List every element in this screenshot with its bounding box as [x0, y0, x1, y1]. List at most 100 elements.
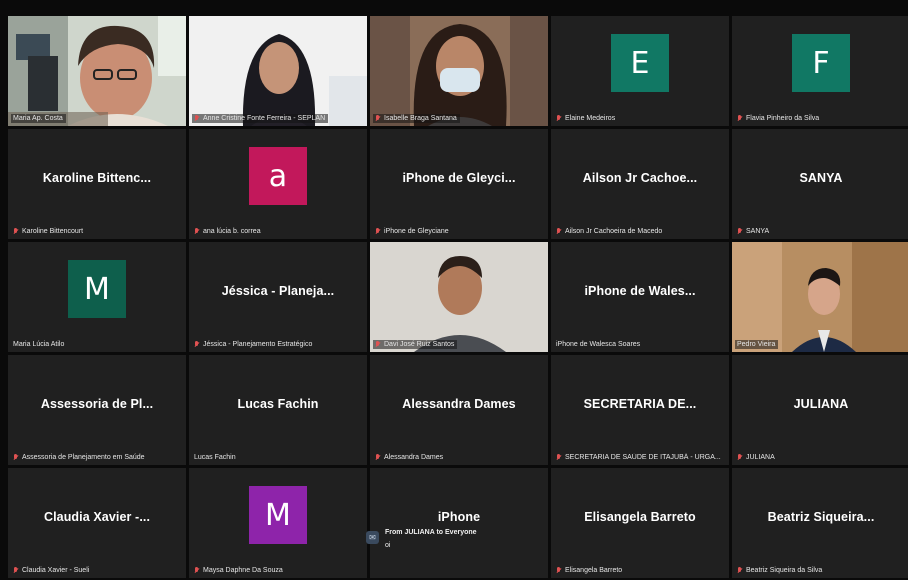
participant-tile[interactable]: SECRETARIA DE... SECRETARIA DE SAÚDE DE I… — [551, 355, 729, 465]
participant-name-text: Lucas Fachin — [194, 454, 236, 461]
mic-muted-icon — [556, 454, 562, 461]
participant-name-text: Pedro Vieira — [737, 341, 776, 348]
participant-name-text: Davi José Ruiz Santos — [384, 341, 455, 348]
mic-muted-icon — [13, 567, 19, 574]
participant-display-name: Ailson Jr Cachoe... — [582, 171, 698, 185]
participant-avatar: F — [792, 34, 850, 92]
participant-display-name: Alessandra Dames — [402, 397, 516, 411]
video-feed — [370, 16, 548, 126]
video-feed — [189, 16, 367, 126]
mic-muted-icon — [194, 341, 200, 348]
participant-name-text: ana lúcia b. correa — [203, 228, 261, 235]
chat-message: oi — [385, 542, 391, 549]
participant-name-label: Pedro Vieira — [735, 340, 779, 349]
participant-display-name: Lucas Fachin — [237, 397, 319, 411]
mic-muted-icon — [737, 567, 743, 574]
participant-tile[interactable]: Ailson Jr Cachoe... Ailson Jr Cachoeira d… — [551, 129, 729, 239]
participant-name-text: Beatriz Siqueira da Silva — [746, 567, 823, 574]
participant-name-text: Anne Cristine Fonte Ferreira - SEPLAN — [203, 115, 326, 122]
mic-muted-icon — [194, 567, 200, 574]
video-feed — [732, 242, 908, 352]
mic-muted-icon — [375, 341, 381, 348]
participant-display-name: JULIANA — [793, 397, 849, 411]
participant-name-label: Ailson Jr Cachoeira de Macedo — [554, 227, 665, 236]
participant-name-text: Jéssica - Planejamento Estratégico — [203, 341, 313, 348]
mic-muted-icon — [737, 454, 743, 461]
mic-muted-icon — [13, 228, 19, 235]
mic-muted-icon — [13, 454, 19, 461]
participant-name-label: iPhone de Gleyciane — [373, 227, 452, 236]
participant-tile[interactable]: SANYA SANYA — [732, 129, 908, 239]
participant-tile[interactable]: iPhone de Wales... iPhone de Walesca Soar… — [551, 242, 729, 352]
participant-name-label: Assessoria de Planejamento em Saúde — [11, 453, 148, 462]
video-feed — [370, 242, 548, 352]
participant-display-name: SANYA — [799, 171, 843, 185]
participant-display-name: Jéssica - Planeja... — [221, 284, 335, 298]
participant-name-label: iPhone de Walesca Soares — [554, 340, 643, 349]
participant-tile[interactable]: Elisangela Barreto Elisangela Barreto — [551, 468, 729, 578]
participant-name-label: Maria Lúcia Atilo — [11, 340, 67, 349]
participant-name-label: Lucas Fachin — [192, 453, 239, 462]
participant-name-label: Maria Ap. Costa — [11, 114, 66, 123]
mic-muted-icon — [737, 228, 743, 235]
participant-avatar: E — [611, 34, 669, 92]
participant-tile[interactable]: Assessoria de Pl... Assessoria de Planeja… — [8, 355, 186, 465]
participant-name-label: Flavia Pinheiro da Silva — [735, 114, 822, 123]
participant-tile[interactable]: Davi José Ruiz Santos — [370, 242, 548, 352]
participant-display-name: Beatriz Siqueira... — [767, 510, 875, 524]
participant-name-label: SANYA — [735, 227, 772, 236]
participant-name-text: Flavia Pinheiro da Silva — [746, 115, 820, 122]
participant-display-name: Assessoria de Pl... — [40, 397, 154, 411]
participant-name-label: Isabelle Braga Santana — [373, 114, 460, 123]
participant-display-name: Karoline Bittenc... — [42, 171, 152, 185]
participant-tile[interactable]: iPhone de Gleyci... iPhone de Gleyciane — [370, 129, 548, 239]
participant-name-text: Claudia Xavier - Sueli — [22, 567, 90, 574]
participant-name-text: Elisangela Barreto — [565, 567, 623, 574]
participant-tile[interactable]: F Flavia Pinheiro da Silva — [732, 16, 908, 126]
participant-tile[interactable]: JULIANA JULIANA — [732, 355, 908, 465]
mic-muted-icon — [556, 567, 562, 574]
participant-name-label: Jéssica - Planejamento Estratégico — [192, 340, 315, 349]
participant-tile[interactable]: Maria Ap. Costa — [8, 16, 186, 126]
participant-name-text: Elaine Medeiros — [565, 115, 616, 122]
mic-muted-icon — [375, 228, 381, 235]
participant-name-text: Maysa Daphne Da Souza — [203, 567, 283, 574]
participant-name-text: Assessoria de Planejamento em Saúde — [22, 454, 145, 461]
participant-tile[interactable]: Lucas Fachin Lucas Fachin — [189, 355, 367, 465]
participant-display-name: iPhone — [437, 510, 481, 524]
participant-name-text: JULIANA — [746, 454, 775, 461]
mic-muted-icon — [194, 115, 200, 122]
mic-muted-icon — [737, 115, 743, 122]
participant-tile[interactable]: Karoline Bittenc... Karoline Bittencourt — [8, 129, 186, 239]
participant-tile[interactable]: a ana lúcia b. correa — [189, 129, 367, 239]
mic-muted-icon — [556, 228, 562, 235]
participant-avatar: M — [249, 486, 307, 544]
participant-display-name: iPhone de Wales... — [584, 284, 696, 298]
mic-muted-icon — [556, 115, 562, 122]
participant-tile[interactable]: Alessandra Dames Alessandra Dames — [370, 355, 548, 465]
participant-tile[interactable]: M Maysa Daphne Da Souza — [189, 468, 367, 578]
participant-tile[interactable]: E Elaine Medeiros — [551, 16, 729, 126]
participant-name-label: Maysa Daphne Da Souza — [192, 566, 286, 575]
participant-name-text: Karoline Bittencourt — [22, 228, 84, 235]
participant-name-text: Ailson Jr Cachoeira de Macedo — [565, 228, 663, 235]
chat-notification[interactable]: ✉ From JULIANA to Everyone oi — [366, 529, 516, 563]
participant-tile[interactable]: Isabelle Braga Santana — [370, 16, 548, 126]
participant-name-text: Maria Lúcia Atilo — [13, 341, 65, 348]
participant-tile[interactable]: Pedro Vieira — [732, 242, 908, 352]
chat-sender: From JULIANA to Everyone — [385, 529, 477, 536]
chat-bubble-icon: ✉ — [366, 531, 379, 544]
participant-tile[interactable]: Beatriz Siqueira... Beatriz Siqueira da S… — [732, 468, 908, 578]
participant-name-label: Beatriz Siqueira da Silva — [735, 566, 825, 575]
participant-name-text: Alessandra Dames — [384, 454, 444, 461]
participant-name-text: Maria Ap. Costa — [13, 115, 63, 122]
participant-name-label: Anne Cristine Fonte Ferreira - SEPLAN — [192, 114, 329, 123]
participant-name-label: Elaine Medeiros — [554, 114, 618, 123]
participant-tile[interactable]: M Maria Lúcia Atilo — [8, 242, 186, 352]
participant-tile[interactable]: Anne Cristine Fonte Ferreira - SEPLAN — [189, 16, 367, 126]
participant-tile[interactable]: Claudia Xavier -... Claudia Xavier - Suel… — [8, 468, 186, 578]
meeting-window: Maria Ap. Costa Anne Cristine Fonte Ferr… — [0, 0, 908, 580]
participant-display-name: Claudia Xavier -... — [43, 510, 151, 524]
video-feed — [8, 16, 186, 126]
participant-tile[interactable]: Jéssica - Planeja... Jéssica - Planejamen… — [189, 242, 367, 352]
